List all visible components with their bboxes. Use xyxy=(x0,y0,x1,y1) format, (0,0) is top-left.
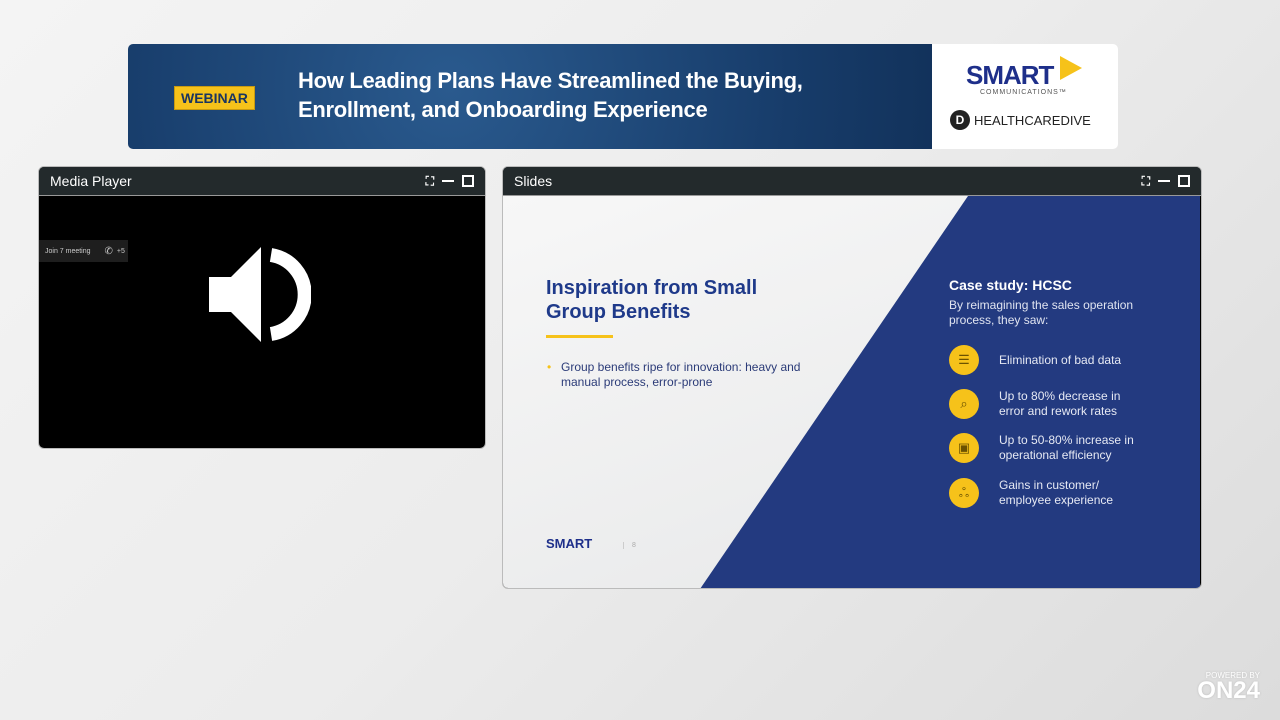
case-item: ▣ Up to 50-80% increase in operational ef… xyxy=(949,433,1149,463)
case-item-text: Elimination of bad data xyxy=(999,352,1122,367)
minimize-icon[interactable] xyxy=(442,180,454,182)
sponsor-logos: SMART COMMUNICATIONS™ D HEALTHCAREDIVE xyxy=(932,44,1118,149)
people-icon: ஃ xyxy=(949,478,979,508)
on24-brand: ON24 xyxy=(1197,677,1260,704)
speaker-icon[interactable] xyxy=(209,247,311,342)
slides-title: Slides xyxy=(514,173,553,189)
on24-logo: POWERED BY ON24 xyxy=(1197,671,1260,704)
chip-text: Join 7 meeting xyxy=(45,247,91,255)
slides-header: Slides ⛶ xyxy=(503,167,1201,196)
healthcaredive-icon: D xyxy=(950,110,970,130)
media-player-header: Media Player ⛶ xyxy=(39,167,485,196)
smart-logo: SMART xyxy=(966,60,1054,90)
slide-content: Inspiration from Small Group Benefits Gr… xyxy=(503,196,1200,588)
webinar-title: How Leading Plans Have Streamlined the B… xyxy=(298,68,803,122)
banner-main: WEBINAR How Leading Plans Have Streamlin… xyxy=(128,44,932,149)
maximize-icon[interactable] xyxy=(462,175,474,187)
webinar-banner: WEBINAR How Leading Plans Have Streamlin… xyxy=(128,44,1118,149)
slide-title: Inspiration from Small Group Benefits xyxy=(546,277,758,323)
case-study-subtitle: By reimagining the sales operation proce… xyxy=(949,298,1134,327)
slides-panel: Slides ⛶ Inspiration from Small Group Be… xyxy=(502,166,1202,589)
media-player-panel: Media Player ⛶ Join 7 meeting ✆ +5 xyxy=(38,166,486,449)
case-study-title: Case study: HCSC xyxy=(949,277,1072,293)
healthcaredive-text: HEALTHCAREDIVE xyxy=(974,112,1091,128)
media-player-title: Media Player xyxy=(50,173,132,189)
phone-icon: ✆ xyxy=(104,245,113,257)
case-item-text: Up to 80% decrease in error and rework r… xyxy=(999,389,1121,418)
healthcaredive-logo: D HEALTHCAREDIVE xyxy=(950,110,1091,130)
fullscreen-icon[interactable]: ⛶ xyxy=(1142,175,1150,187)
magnifier-icon: ⌕ xyxy=(949,389,979,419)
smart-chevron-icon xyxy=(1060,56,1082,80)
list-icon: ☰ xyxy=(949,345,979,375)
chip-count: +5 xyxy=(116,247,125,255)
smart-logo-sub: COMMUNICATIONS™ xyxy=(980,89,1067,96)
case-item: ⌕ Up to 80% decrease in error and rework … xyxy=(949,389,1139,419)
minimize-icon[interactable] xyxy=(1158,180,1170,182)
join-call-chip[interactable]: Join 7 meeting ✆ +5 xyxy=(39,240,128,262)
case-item: ஃ Gains in customer/ employee experience xyxy=(949,478,1119,508)
webinar-badge: WEBINAR xyxy=(174,86,255,110)
case-item-text: Up to 50-80% increase in operational eff… xyxy=(999,433,1134,462)
slide-footer-logo: SMART xyxy=(546,536,593,551)
case-item: ☰ Elimination of bad data xyxy=(949,345,1121,375)
fullscreen-icon[interactable]: ⛶ xyxy=(426,175,434,187)
case-item-text: Gains in customer/ employee experience xyxy=(999,478,1114,507)
slide-bullet: Group benefits ripe for innovation: heav… xyxy=(547,360,801,390)
maximize-icon[interactable] xyxy=(1178,175,1190,187)
title-underline xyxy=(546,335,613,338)
laptop-icon: ▣ xyxy=(949,433,979,463)
slide-page-number: 8 xyxy=(623,542,636,549)
